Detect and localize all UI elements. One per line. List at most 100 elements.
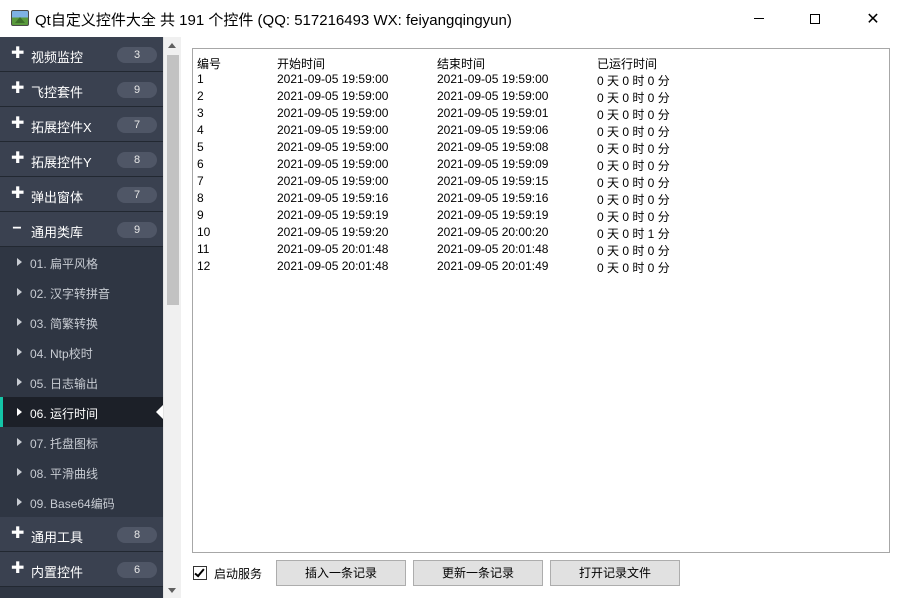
cell-start-time: 2021-09-05 19:59:00 (277, 157, 389, 171)
nav-group[interactable]: ✚ 弹出窗体 7 (0, 177, 163, 212)
expand-icon: ✚ (11, 45, 25, 62)
chevron-right-icon (17, 438, 22, 446)
nav-item[interactable]: 02. 汉字转拼音 (0, 277, 163, 307)
nav-item-label: 04. Ntp校时 (30, 347, 93, 361)
cell-id: 10 (197, 225, 211, 239)
insert-record-button[interactable]: 插入一条记录 (276, 560, 406, 586)
start-service-toggle[interactable]: 启动服务 (193, 563, 262, 583)
app-icon (11, 10, 29, 26)
cell-start-time: 2021-09-05 19:59:19 (277, 208, 389, 222)
cell-end-time: 2021-09-05 20:00:20 (437, 225, 549, 239)
scroll-thumb[interactable] (167, 55, 179, 305)
chevron-right-icon (17, 318, 22, 326)
nav-group-count-badge: 7 (117, 117, 157, 133)
chevron-right-icon (17, 378, 22, 386)
nav-group-label: 通用类库 (31, 225, 84, 240)
title-bar: Qt自定义控件大全 共 191 个控件 (QQ: 517216493 WX: f… (0, 0, 902, 37)
expand-icon: ✚ (11, 560, 25, 577)
chevron-right-icon (17, 408, 22, 416)
cell-end-time: 2021-09-05 19:59:01 (437, 106, 549, 120)
nav-item[interactable]: 05. 日志输出 (0, 367, 163, 397)
expand-icon: ✚ (11, 185, 25, 202)
cell-id: 4 (197, 123, 204, 137)
cell-start-time: 2021-09-05 19:59:00 (277, 140, 389, 154)
nav-item-label: 01. 扁平风格 (30, 257, 99, 271)
cell-id: 2 (197, 89, 204, 103)
update-record-button[interactable]: 更新一条记录 (413, 560, 543, 586)
open-record-file-button[interactable]: 打开记录文件 (550, 560, 680, 586)
nav-group[interactable]: − 通用类库 9 (0, 212, 163, 247)
maximize-button[interactable] (786, 0, 844, 37)
cell-elapsed: 0 天 0 时 0 分 (597, 261, 670, 275)
cell-start-time: 2021-09-05 19:59:00 (277, 106, 389, 120)
sidebar-scrollbar[interactable] (163, 37, 181, 598)
nav-item[interactable]: 04. Ntp校时 (0, 337, 163, 367)
nav-group[interactable]: ✚ 飞控套件 9 (0, 72, 163, 107)
cell-id: 9 (197, 208, 204, 222)
nav-group-count-badge: 9 (117, 222, 157, 238)
nav-item[interactable]: 07. 托盘图标 (0, 427, 163, 457)
column-header-end-time: 结束时间 (437, 57, 486, 71)
table-row[interactable]: 6 2021-09-05 19:59:00 2021-09-05 19:59:09 0… (193, 156, 889, 173)
table-row[interactable]: 10 2021-09-05 19:59:20 2021-09-05 20:00:20… (193, 224, 889, 241)
start-service-checkbox[interactable] (193, 566, 207, 580)
minimize-icon (754, 18, 764, 19)
cell-id: 3 (197, 106, 204, 120)
cell-id: 7 (197, 174, 204, 188)
nav-group[interactable]: ✚ 通用工具 8 (0, 517, 163, 552)
table-row[interactable]: 2 2021-09-05 19:59:00 2021-09-05 19:59:00 0… (193, 88, 889, 105)
chevron-right-icon (17, 498, 22, 506)
nav-group-label: 拓展控件Y (31, 155, 92, 170)
column-header-start-time: 开始时间 (277, 57, 326, 71)
cell-elapsed: 0 天 0 时 0 分 (597, 142, 670, 156)
cell-elapsed: 0 天 0 时 0 分 (597, 91, 670, 105)
close-button[interactable]: ✕ (844, 0, 902, 37)
table-row[interactable]: 9 2021-09-05 19:59:19 2021-09-05 19:59:19 0… (193, 207, 889, 224)
minimize-button[interactable] (730, 0, 788, 37)
column-header-id: 编号 (197, 57, 222, 71)
nav-item-label: 02. 汉字转拼音 (30, 287, 111, 301)
table-row[interactable]: 8 2021-09-05 19:59:16 2021-09-05 19:59:16 0… (193, 190, 889, 207)
cell-elapsed: 0 天 0 时 0 分 (597, 74, 670, 88)
nav-group[interactable]: ✚ 内置控件 6 (0, 552, 163, 587)
nav-group[interactable]: ✚ 拓展控件X 7 (0, 107, 163, 142)
nav-item[interactable]: 01. 扁平风格 (0, 247, 163, 277)
chevron-right-icon (17, 468, 22, 476)
cell-id: 6 (197, 157, 204, 171)
scroll-up-arrow-icon[interactable] (168, 43, 176, 48)
table-row[interactable]: 3 2021-09-05 19:59:00 2021-09-05 19:59:01 0… (193, 105, 889, 122)
cell-start-time: 2021-09-05 19:59:00 (277, 89, 389, 103)
nav-group-label: 弹出窗体 (31, 190, 84, 205)
nav-item[interactable]: 03. 简繁转换 (0, 307, 163, 337)
nav-item-label: 06. 运行时间 (30, 407, 99, 421)
table-row[interactable]: 12 2021-09-05 20:01:48 2021-09-05 20:01:49… (193, 258, 889, 275)
table-row[interactable]: 5 2021-09-05 19:59:00 2021-09-05 19:59:08 0… (193, 139, 889, 156)
expand-icon: ✚ (11, 150, 25, 167)
cell-end-time: 2021-09-05 19:59:19 (437, 208, 549, 222)
nav-group[interactable]: ✚ 视频监控 3 (0, 37, 163, 72)
scroll-down-arrow-icon[interactable] (168, 588, 176, 593)
table-row[interactable]: 7 2021-09-05 19:59:00 2021-09-05 19:59:15 0… (193, 173, 889, 190)
cell-elapsed: 0 天 0 时 1 分 (597, 227, 670, 241)
nav-group[interactable]: ✚ 拓展控件Y 8 (0, 142, 163, 177)
expand-icon: ✚ (11, 115, 25, 132)
cell-start-time: 2021-09-05 19:59:16 (277, 191, 389, 205)
nav-item[interactable]: 08. 平滑曲线 (0, 457, 163, 487)
cell-id: 11 (197, 242, 210, 256)
cell-end-time: 2021-09-05 20:01:48 (437, 242, 549, 256)
start-service-label: 启动服务 (214, 566, 263, 581)
active-pointer-icon (156, 405, 163, 419)
nav-group-count-badge: 6 (117, 562, 157, 578)
nav-item[interactable]: 09. Base64编码 (0, 487, 163, 517)
cell-start-time: 2021-09-05 19:59:00 (277, 72, 389, 86)
nav-group-count-badge: 8 (117, 152, 157, 168)
check-mark-icon (194, 566, 205, 578)
table-row[interactable]: 1 2021-09-05 19:59:00 2021-09-05 19:59:00 0… (193, 71, 889, 88)
cell-start-time: 2021-09-05 20:01:48 (277, 242, 389, 256)
nav-item-label: 03. 简繁转换 (30, 317, 99, 331)
nav-item[interactable]: 06. 运行时间 (0, 397, 163, 427)
table-row[interactable]: 4 2021-09-05 19:59:00 2021-09-05 19:59:06 0… (193, 122, 889, 139)
active-accent-bar (0, 397, 3, 427)
nav-group-count-badge: 8 (117, 527, 157, 543)
table-row[interactable]: 11 2021-09-05 20:01:48 2021-09-05 20:01:48… (193, 241, 889, 258)
